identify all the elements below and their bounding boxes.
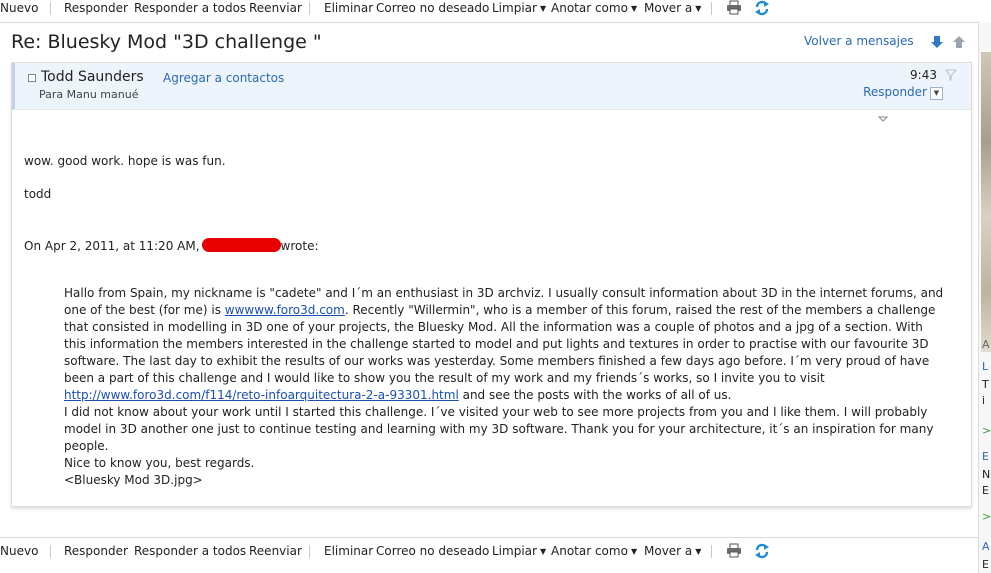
new-button[interactable]: Nuevo — [0, 544, 38, 558]
quote-text: Nice to know you, best regards. — [64, 456, 255, 470]
move-to-label: Mover a — [644, 1, 693, 15]
sweep-menu[interactable]: Limpiar ▼ — [492, 544, 546, 558]
sweep-label: Limpiar — [492, 544, 537, 558]
forward-button[interactable]: Reenviar — [249, 544, 302, 558]
body-line: wow. good work. hope is was fun. — [24, 154, 226, 168]
right-sidebar: A L T i > E N E > A E — [978, 22, 991, 573]
top-toolbar: Nuevo Responder Responder a todos Reenvi… — [0, 0, 978, 17]
dropdown-arrow-icon: ▼ — [539, 547, 547, 556]
delete-button[interactable]: Eliminar — [324, 1, 373, 15]
quote-text: and see the posts with the works of all … — [458, 388, 732, 402]
attribution-line: On Apr 2, 2011, at 11:20 AM, wrote: — [24, 238, 319, 255]
dropdown-arrow-icon: ▼ — [630, 4, 638, 13]
reading-pane: Re: Bluesky Mod "3D challenge " Volver a… — [0, 22, 979, 538]
dropdown-arrow-icon: ▼ — [630, 547, 638, 556]
sweep-menu[interactable]: Limpiar ▼ — [492, 1, 546, 15]
mark-as-menu[interactable]: Anotar como ▼ — [551, 1, 637, 15]
dropdown-arrow-icon: ▼ — [695, 547, 702, 556]
quoted-message: Hallo from Spain, my nickname is "cadete… — [64, 285, 944, 489]
print-icon[interactable] — [726, 0, 742, 15]
attribution-prefix: On Apr 2, 2011, at 11:20 AM, — [24, 239, 200, 253]
sidebar-link[interactable]: L — [982, 360, 988, 373]
toolbar-divider — [50, 545, 51, 558]
message-header: Todd Saunders Agregar a contactos Para M… — [12, 63, 971, 110]
recipient-line: Para Manu manué — [39, 88, 139, 101]
add-to-contacts-link[interactable]: Agregar a contactos — [163, 71, 284, 85]
sidebar-text: N — [982, 468, 991, 481]
sidebar-link[interactable]: E — [982, 450, 989, 463]
move-to-menu[interactable]: Mover a ▼ — [644, 1, 701, 15]
sweep-label: Limpiar — [492, 1, 537, 15]
refresh-icon[interactable] — [754, 0, 770, 16]
reply-button[interactable]: Responder — [64, 1, 128, 15]
toolbar-divider — [50, 2, 51, 15]
sidebar-text: E — [982, 558, 989, 571]
sidebar-text: T — [982, 378, 989, 391]
message-card: Todd Saunders Agregar a contactos Para M… — [11, 62, 972, 507]
reply-dropdown-icon[interactable]: ▼ — [930, 87, 943, 100]
sender-name[interactable]: Todd Saunders — [41, 69, 144, 85]
expand-arrow-icon[interactable] — [878, 116, 888, 122]
toolbar-divider — [309, 2, 310, 15]
previous-message-arrow-icon[interactable] — [952, 35, 966, 49]
refresh-icon[interactable] — [754, 543, 770, 559]
mark-as-label: Anotar como — [551, 544, 628, 558]
mark-as-menu[interactable]: Anotar como ▼ — [551, 544, 637, 558]
sidebar-link[interactable]: A — [982, 540, 990, 553]
back-to-messages-link[interactable]: Volver a mensajes — [804, 34, 914, 48]
forum-link[interactable]: wwwww.foro3d.com — [225, 303, 345, 317]
move-to-menu[interactable]: Mover a ▼ — [644, 544, 701, 558]
reply-all-button[interactable]: Responder a todos — [134, 1, 246, 15]
sidebar-link[interactable]: > — [982, 424, 991, 437]
mark-as-label: Anotar como — [551, 1, 628, 15]
dropdown-arrow-icon: ▼ — [539, 4, 547, 13]
attachment-name: <Bluesky Mod 3D.jpg> — [64, 473, 203, 487]
sidebar-text: i — [982, 394, 986, 407]
collapse-icon[interactable] — [28, 74, 36, 82]
toolbar-divider — [309, 545, 310, 558]
message-time: 9:43 — [910, 68, 937, 82]
print-icon[interactable] — [726, 543, 742, 558]
dropdown-arrow-icon: ▼ — [695, 4, 702, 13]
message-subject: Re: Bluesky Mod "3D challenge " — [11, 31, 322, 53]
forward-button[interactable]: Reenviar — [249, 1, 302, 15]
reply-button[interactable]: Responder — [64, 544, 128, 558]
junk-button[interactable]: Correo no deseado — [376, 1, 489, 15]
move-to-label: Mover a — [644, 544, 693, 558]
toolbar-divider — [711, 2, 712, 15]
sidebar-text: E — [982, 484, 989, 497]
sidebar-ad-image — [981, 52, 991, 352]
reply-all-button[interactable]: Responder a todos — [134, 544, 246, 558]
bottom-toolbar: Nuevo Responder Responder a todos Reenvi… — [0, 542, 978, 560]
redaction-mark — [201, 238, 281, 252]
junk-button[interactable]: Correo no deseado — [376, 544, 489, 558]
reply-link[interactable]: Responder — [863, 85, 927, 99]
sidebar-text: A — [982, 338, 990, 351]
new-button[interactable]: Nuevo — [0, 1, 38, 15]
toolbar-divider — [711, 545, 712, 558]
attribution-suffix: wrote: — [280, 239, 319, 253]
flag-icon[interactable] — [945, 69, 957, 81]
forum-thread-link[interactable]: http://www.foro3d.com/f114/reto-infoarqu… — [64, 388, 459, 402]
body-line: todd — [24, 187, 52, 201]
next-message-arrow-icon[interactable] — [930, 35, 944, 49]
sidebar-link[interactable]: > — [982, 510, 991, 523]
quote-text: I did not know about your work until I s… — [64, 405, 934, 453]
delete-button[interactable]: Eliminar — [324, 544, 373, 558]
